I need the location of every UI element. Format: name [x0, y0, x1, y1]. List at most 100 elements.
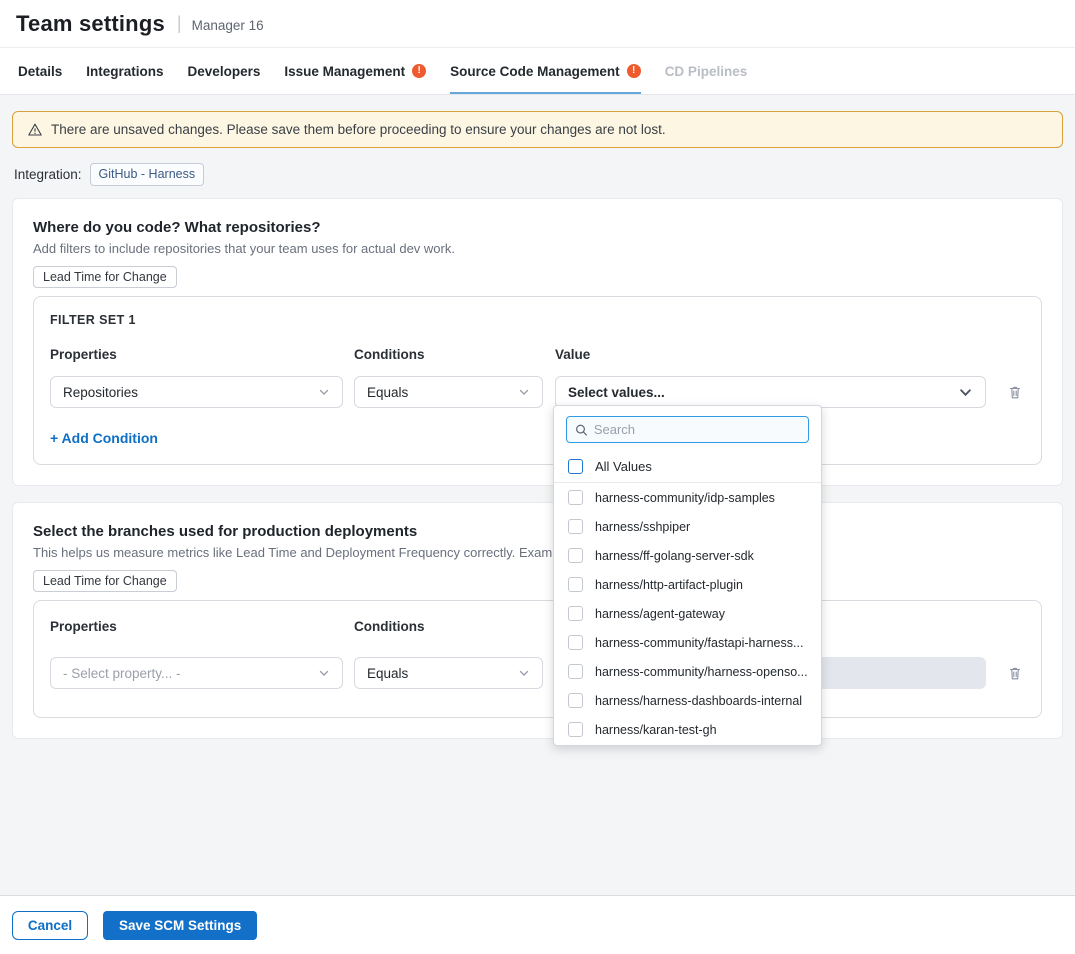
checkbox[interactable] [568, 693, 583, 708]
dropdown-option[interactable]: harness/agent-gateway [554, 599, 821, 628]
checkbox[interactable] [568, 490, 583, 505]
dropdown-option-label: harness/http-artifact-plugin [595, 578, 743, 592]
footer-action-bar: Cancel Save SCM Settings [0, 895, 1075, 954]
tab-source-code-management[interactable]: Source Code Management ! [450, 48, 641, 94]
chevron-down-icon [518, 667, 530, 679]
branches-card-title: Select the branches used for production … [33, 523, 1042, 540]
dropdown-option-clipped[interactable]: harness/… [554, 744, 821, 746]
dropdown-option[interactable]: harness/harness-dashboards-internal [554, 686, 821, 715]
chevron-down-icon [318, 667, 330, 679]
save-scm-settings-button[interactable]: Save SCM Settings [103, 911, 257, 940]
dropdown-option[interactable]: harness/sshpiper [554, 512, 821, 541]
filter-column-labels: Properties Conditions [50, 619, 1025, 634]
property-select-value: Repositories [63, 385, 138, 400]
integration-chip[interactable]: GitHub - Harness [90, 163, 205, 186]
dropdown-option-label: harness/harness-dashboards-internal [595, 694, 802, 708]
dropdown-option[interactable]: harness/karan-test-gh [554, 715, 821, 744]
condition-select[interactable]: Equals [354, 376, 543, 408]
dropdown-option[interactable]: harness-community/idp-samples [554, 483, 821, 512]
integration-label: Integration: [14, 167, 82, 182]
tab-details-label: Details [18, 64, 62, 79]
chevron-down-icon [958, 385, 973, 400]
filter-row: Repositories Equals Select values... [50, 376, 1025, 408]
tab-issue-management-label: Issue Management [284, 64, 405, 79]
banner-text: There are unsaved changes. Please save t… [51, 122, 666, 137]
tab-cd-pipelines-label: CD Pipelines [665, 64, 748, 79]
lead-time-tag: Lead Time for Change [33, 266, 177, 288]
delete-filter-button[interactable] [1005, 663, 1025, 684]
repositories-card-title: Where do you code? What repositories? [33, 219, 1042, 236]
tab-issue-management[interactable]: Issue Management ! [284, 48, 426, 94]
tab-source-code-management-label: Source Code Management [450, 64, 620, 79]
tab-integrations[interactable]: Integrations [86, 48, 163, 94]
conditions-column-label: Conditions [354, 619, 543, 634]
checkbox[interactable] [568, 577, 583, 592]
all-values-option[interactable]: All Values [554, 451, 821, 483]
team-name-subtitle: Manager 16 [192, 15, 264, 33]
trash-icon [1007, 384, 1023, 401]
conditions-column-label: Conditions [354, 347, 543, 362]
tab-cd-pipelines: CD Pipelines [665, 48, 748, 94]
branches-card-subtitle: This helps us measure metrics like Lead … [33, 545, 1042, 560]
value-dropdown-panel: All Values harness-community/idp-samples… [553, 405, 822, 746]
tab-details[interactable]: Details [18, 48, 62, 94]
checkbox[interactable] [568, 664, 583, 679]
warning-badge-icon: ! [412, 64, 426, 78]
dropdown-option[interactable]: harness-community/harness-openso... [554, 657, 821, 686]
properties-column-label: Properties [50, 619, 343, 634]
filter-column-labels: Properties Conditions Value [50, 347, 1025, 362]
trash-icon [1007, 665, 1023, 682]
tab-integrations-label: Integrations [86, 64, 163, 79]
dropdown-search-input[interactable] [594, 422, 800, 437]
dropdown-option-label: harness-community/harness-openso... [595, 665, 808, 679]
condition-select-value: Equals [367, 385, 408, 400]
page-header: Team settings | Manager 16 [0, 0, 1075, 48]
dropdown-option-label: harness/karan-test-gh [595, 723, 717, 737]
branch-condition-value: Equals [367, 666, 408, 681]
all-values-label: All Values [595, 459, 652, 474]
delete-filter-button[interactable] [1005, 382, 1025, 403]
dropdown-option-label: harness/ff-golang-server-sdk [595, 549, 754, 563]
search-icon [575, 423, 588, 437]
checkbox[interactable] [568, 548, 583, 563]
value-column-label: Value [555, 347, 986, 362]
branch-condition-select[interactable]: Equals [354, 657, 543, 689]
checkbox[interactable] [568, 606, 583, 621]
dropdown-option-label: harness/agent-gateway [595, 607, 725, 621]
dropdown-option-label: harness-community/fastapi-harness... [595, 636, 803, 650]
dropdown-option[interactable]: harness-community/fastapi-harness... [554, 628, 821, 657]
add-condition-label: + Add Condition [50, 430, 158, 446]
repositories-card: Where do you code? What repositories? Ad… [12, 198, 1063, 486]
dropdown-option-label: harness/sshpiper [595, 520, 690, 534]
properties-column-label: Properties [50, 347, 343, 362]
dropdown-option-label: harness-community/idp-samples [595, 491, 775, 505]
repositories-card-subtitle: Add filters to include repositories that… [33, 241, 1042, 256]
checkbox[interactable] [568, 635, 583, 650]
dropdown-option[interactable]: harness/http-artifact-plugin [554, 570, 821, 599]
page-title: Team settings [16, 11, 165, 37]
unsaved-changes-banner: There are unsaved changes. Please save t… [12, 111, 1063, 148]
checkbox[interactable] [568, 519, 583, 534]
property-select[interactable]: Repositories [50, 376, 343, 408]
branch-property-placeholder: - Select property... - [63, 666, 181, 681]
filter-set-title: FILTER SET 1 [50, 313, 1025, 327]
warning-badge-icon: ! [627, 64, 641, 78]
dropdown-option[interactable]: harness/ff-golang-server-sdk [554, 541, 821, 570]
filter-row: - Select property... - Equals [50, 657, 1025, 689]
tab-developers[interactable]: Developers [188, 48, 261, 94]
integration-row: Integration: GitHub - Harness [14, 163, 1061, 186]
chevron-down-icon [318, 386, 330, 398]
warning-triangle-icon [27, 122, 43, 138]
dropdown-search[interactable] [566, 416, 809, 443]
lead-time-tag: Lead Time for Change [33, 570, 177, 592]
tabs-bar: Details Integrations Developers Issue Ma… [0, 48, 1075, 95]
tab-developers-label: Developers [188, 64, 261, 79]
add-condition-button[interactable]: + Add Condition [50, 430, 158, 446]
value-multiselect[interactable]: Select values... [555, 376, 986, 408]
checkbox-all-values[interactable] [568, 459, 583, 474]
value-multiselect-placeholder: Select values... [568, 385, 665, 400]
cancel-button[interactable]: Cancel [12, 911, 88, 940]
branch-property-select[interactable]: - Select property... - [50, 657, 343, 689]
chevron-down-icon [518, 386, 530, 398]
checkbox[interactable] [568, 722, 583, 737]
